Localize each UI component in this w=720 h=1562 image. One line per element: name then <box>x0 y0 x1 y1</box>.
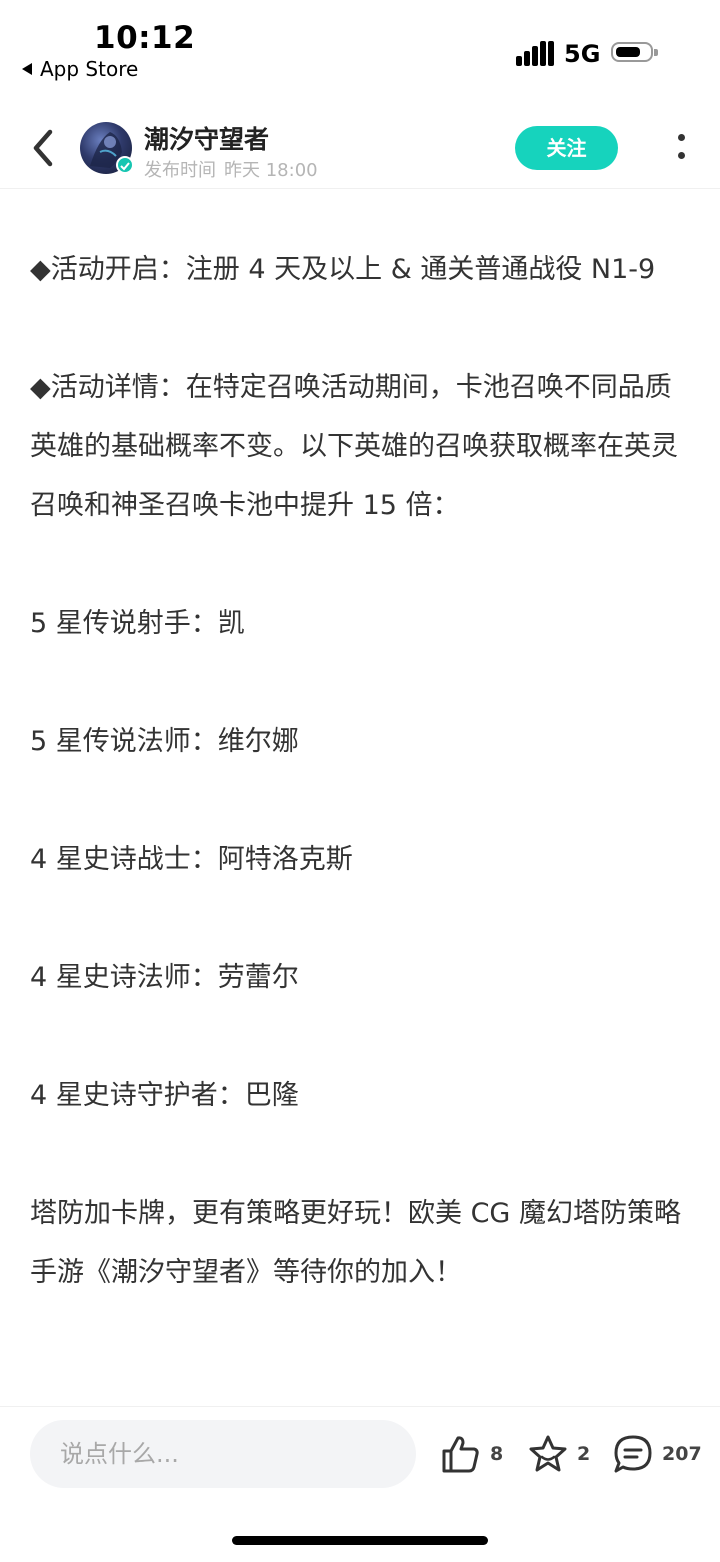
paragraph-promo: 塔防加卡牌，更有策略更好玩！欧美 CG 魔幻塔防策略手游《潮汐守望者》等待你的加… <box>30 1198 681 1288</box>
paragraph-hero-2: 5 星传说法师：维尔娜 <box>30 726 299 757</box>
follow-button[interactable]: 关注 <box>515 126 618 170</box>
article-body: ◆活动开启：注册 4 天及以上 & 通关普通战役 N1-9 ◆活动详情：在特定召… <box>30 240 692 1302</box>
home-indicator[interactable] <box>232 1536 488 1545</box>
paragraph-hero-5: 4 星史诗守护者：巴隆 <box>30 1080 299 1111</box>
back-arrow-icon <box>33 129 53 167</box>
verified-icon <box>116 156 134 174</box>
star-icon <box>529 1435 567 1472</box>
comment-icon <box>614 1435 652 1473</box>
back-app-label: App Store <box>40 57 139 81</box>
publish-time-value: 昨天 18:00 <box>224 160 318 181</box>
status-time: 10:12 <box>94 20 196 56</box>
publish-time: 发布时间 昨天 18:00 <box>144 156 326 182</box>
thumbs-up-icon <box>442 1436 479 1473</box>
like-count: 8 <box>490 1443 504 1465</box>
more-icon[interactable] <box>666 130 696 170</box>
back-triangle-icon <box>22 63 32 75</box>
paragraph-activity-details: ◆活动详情：在特定召唤活动期间，卡池召唤不同品质英雄的基础概率不变。以下英雄的召… <box>30 372 678 521</box>
comment-input[interactable] <box>30 1420 416 1488</box>
paragraph-activity-open: ◆活动开启：注册 4 天及以上 & 通关普通战役 N1-9 <box>30 254 656 285</box>
author-name[interactable]: 潮汐守望者 <box>144 120 269 156</box>
avatar[interactable] <box>80 122 134 174</box>
battery-icon <box>611 42 658 62</box>
paragraph-hero-3: 4 星史诗战士：阿特洛克斯 <box>30 844 353 875</box>
favorite-count: 2 <box>577 1443 591 1465</box>
back-button[interactable] <box>28 126 64 170</box>
favorite-button[interactable]: 2 <box>527 1431 590 1477</box>
status-bar: 10:12 App Store 5G <box>0 0 720 92</box>
post-header: 潮汐守望者 发布时间 昨天 18:00 关注 <box>0 108 720 189</box>
network-type: 5G <box>564 40 601 68</box>
back-to-app-store[interactable]: App Store <box>22 57 138 81</box>
comment-count: 207 <box>662 1443 702 1465</box>
comments-button[interactable]: 207 <box>612 1431 702 1477</box>
like-button[interactable]: 8 <box>440 1431 503 1477</box>
paragraph-hero-1: 5 星传说射手：凯 <box>30 608 245 639</box>
paragraph-hero-4: 4 星史诗法师：劳蕾尔 <box>30 962 299 993</box>
publish-label: 发布时间 <box>144 160 216 181</box>
signal-icon <box>516 40 554 66</box>
